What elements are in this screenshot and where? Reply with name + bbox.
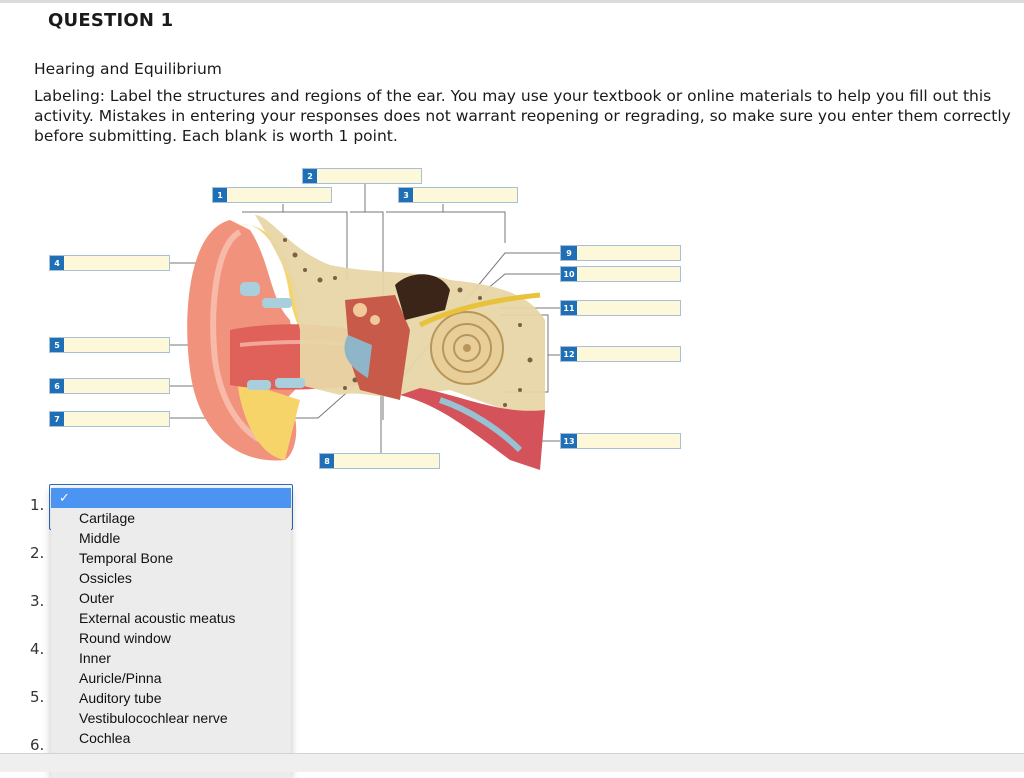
dropdown-option[interactable]: Auditory tube (51, 688, 291, 708)
label-field[interactable] (64, 379, 169, 393)
label-box-1[interactable]: 1 (212, 187, 332, 203)
bottom-bar (0, 753, 1024, 772)
dropdown-option[interactable]: Outer (51, 588, 291, 608)
question-title: QUESTION 1 (48, 10, 174, 31)
label-field[interactable] (64, 338, 169, 352)
label-box-7[interactable]: 7 (49, 411, 170, 427)
answer-number-2: 2. (30, 544, 45, 562)
top-divider (0, 0, 1024, 3)
ear-diagram: 1 2 3 4 5 6 7 8 9 10 11 12 13 (0, 160, 1024, 480)
answer-number-3: 3. (30, 592, 45, 610)
label-box-11[interactable]: 11 (560, 300, 681, 316)
answer-number-6: 6. (30, 736, 45, 754)
label-field[interactable] (577, 267, 680, 281)
dropdown-option[interactable]: Vestibulocochlear nerve (51, 708, 291, 728)
label-box-3[interactable]: 3 (398, 187, 518, 203)
dropdown-option[interactable]: Cochlea (51, 728, 291, 748)
label-number: 6 (50, 379, 64, 393)
label-number: 3 (399, 188, 413, 202)
label-field[interactable] (64, 412, 169, 426)
dropdown-option[interactable]: Ossicles (51, 568, 291, 588)
label-box-12[interactable]: 12 (560, 346, 681, 362)
dropdown-option[interactable]: Cartilage (51, 508, 291, 528)
label-field[interactable] (577, 434, 680, 448)
label-box-4[interactable]: 4 (49, 255, 170, 271)
dropdown-option[interactable]: Auricle/Pinna (51, 668, 291, 688)
label-field[interactable] (577, 347, 680, 361)
label-number: 9 (561, 246, 577, 260)
dropdown-option[interactable]: Temporal Bone (51, 548, 291, 568)
answer-number-4: 4. (30, 640, 45, 658)
answer-number-1: 1. (30, 496, 45, 514)
label-number: 12 (561, 347, 577, 361)
dropdown-option[interactable]: Middle (51, 528, 291, 548)
label-number: 8 (320, 454, 334, 468)
question-instructions: Labeling: Label the structures and regio… (34, 87, 1011, 145)
label-field[interactable] (577, 246, 680, 260)
label-number: 4 (50, 256, 64, 270)
label-number: 11 (561, 301, 577, 315)
checkmark-icon: ✓ (59, 490, 70, 505)
answer-dropdown-menu[interactable]: ✓ Cartilage Middle Temporal Bone Ossicle… (51, 488, 291, 778)
label-number: 1 (213, 188, 227, 202)
label-field[interactable] (413, 188, 517, 202)
label-number: 5 (50, 338, 64, 352)
label-box-5[interactable]: 5 (49, 337, 170, 353)
label-number: 13 (561, 434, 577, 448)
dropdown-option[interactable]: Inner (51, 648, 291, 668)
label-field[interactable] (334, 454, 439, 468)
label-field[interactable] (577, 301, 680, 315)
label-box-10[interactable]: 10 (560, 266, 681, 282)
label-box-2[interactable]: 2 (302, 168, 422, 184)
dropdown-option[interactable]: Round window (51, 628, 291, 648)
ear-illustration (170, 184, 560, 470)
dropdown-option[interactable]: External acoustic meatus (51, 608, 291, 628)
label-field[interactable] (317, 169, 421, 183)
answer-number-5: 5. (30, 688, 45, 706)
label-box-6[interactable]: 6 (49, 378, 170, 394)
label-field[interactable] (64, 256, 169, 270)
label-box-9[interactable]: 9 (560, 245, 681, 261)
label-field[interactable] (227, 188, 331, 202)
dropdown-option-blank[interactable]: ✓ (51, 488, 291, 508)
label-box-8[interactable]: 8 (319, 453, 440, 469)
label-number: 7 (50, 412, 64, 426)
label-number: 2 (303, 169, 317, 183)
question-subtitle: Hearing and Equilibrium (34, 60, 222, 78)
label-box-13[interactable]: 13 (560, 433, 681, 449)
label-number: 10 (561, 267, 577, 281)
